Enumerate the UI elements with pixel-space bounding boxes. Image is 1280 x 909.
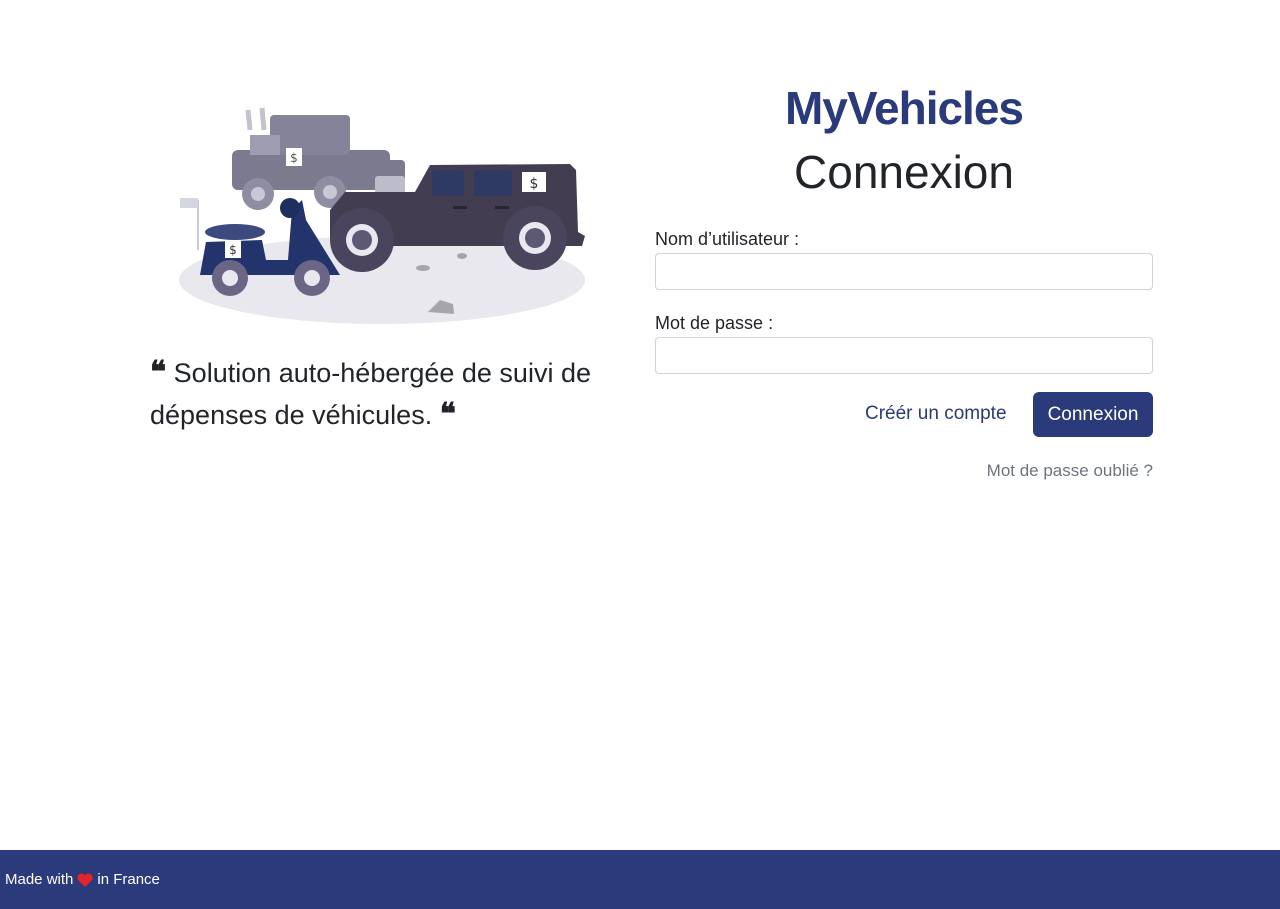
heart-icon [77, 872, 93, 887]
login-button[interactable]: Connexion [1033, 392, 1153, 437]
vehicles-illustration: $ $ $ [170, 100, 590, 330]
quote-close-icon: ❝ [439, 397, 456, 432]
username-input[interactable] [655, 253, 1153, 290]
username-label: Nom d’utilisateur : [655, 229, 800, 249]
password-label: Mot de passe : [655, 313, 774, 333]
create-account-link[interactable]: Créér un compte [865, 403, 1007, 425]
svg-text:$: $ [229, 243, 237, 257]
svg-text:$: $ [530, 176, 539, 192]
login-panel: MyVehicles Connexion [655, 80, 1153, 204]
tagline-text: Solution auto-hébergée de suivi de dépen… [150, 358, 591, 430]
svg-text:$: $ [290, 151, 298, 165]
page-title: Connexion [794, 146, 1014, 198]
password-input[interactable] [655, 337, 1153, 374]
footer-suffix: in France [97, 871, 160, 888]
quote-open-icon: ❝ [150, 355, 167, 390]
footer: Made with in France [0, 850, 1280, 909]
tagline-quote: ❝ Solution auto-hébergée de suivi de dép… [150, 352, 620, 436]
forgot-password-link[interactable]: Mot de passe oublié ? [987, 461, 1153, 481]
brand-logo: MyVehicles [784, 82, 1024, 134]
footer-prefix: Made with [5, 871, 74, 888]
